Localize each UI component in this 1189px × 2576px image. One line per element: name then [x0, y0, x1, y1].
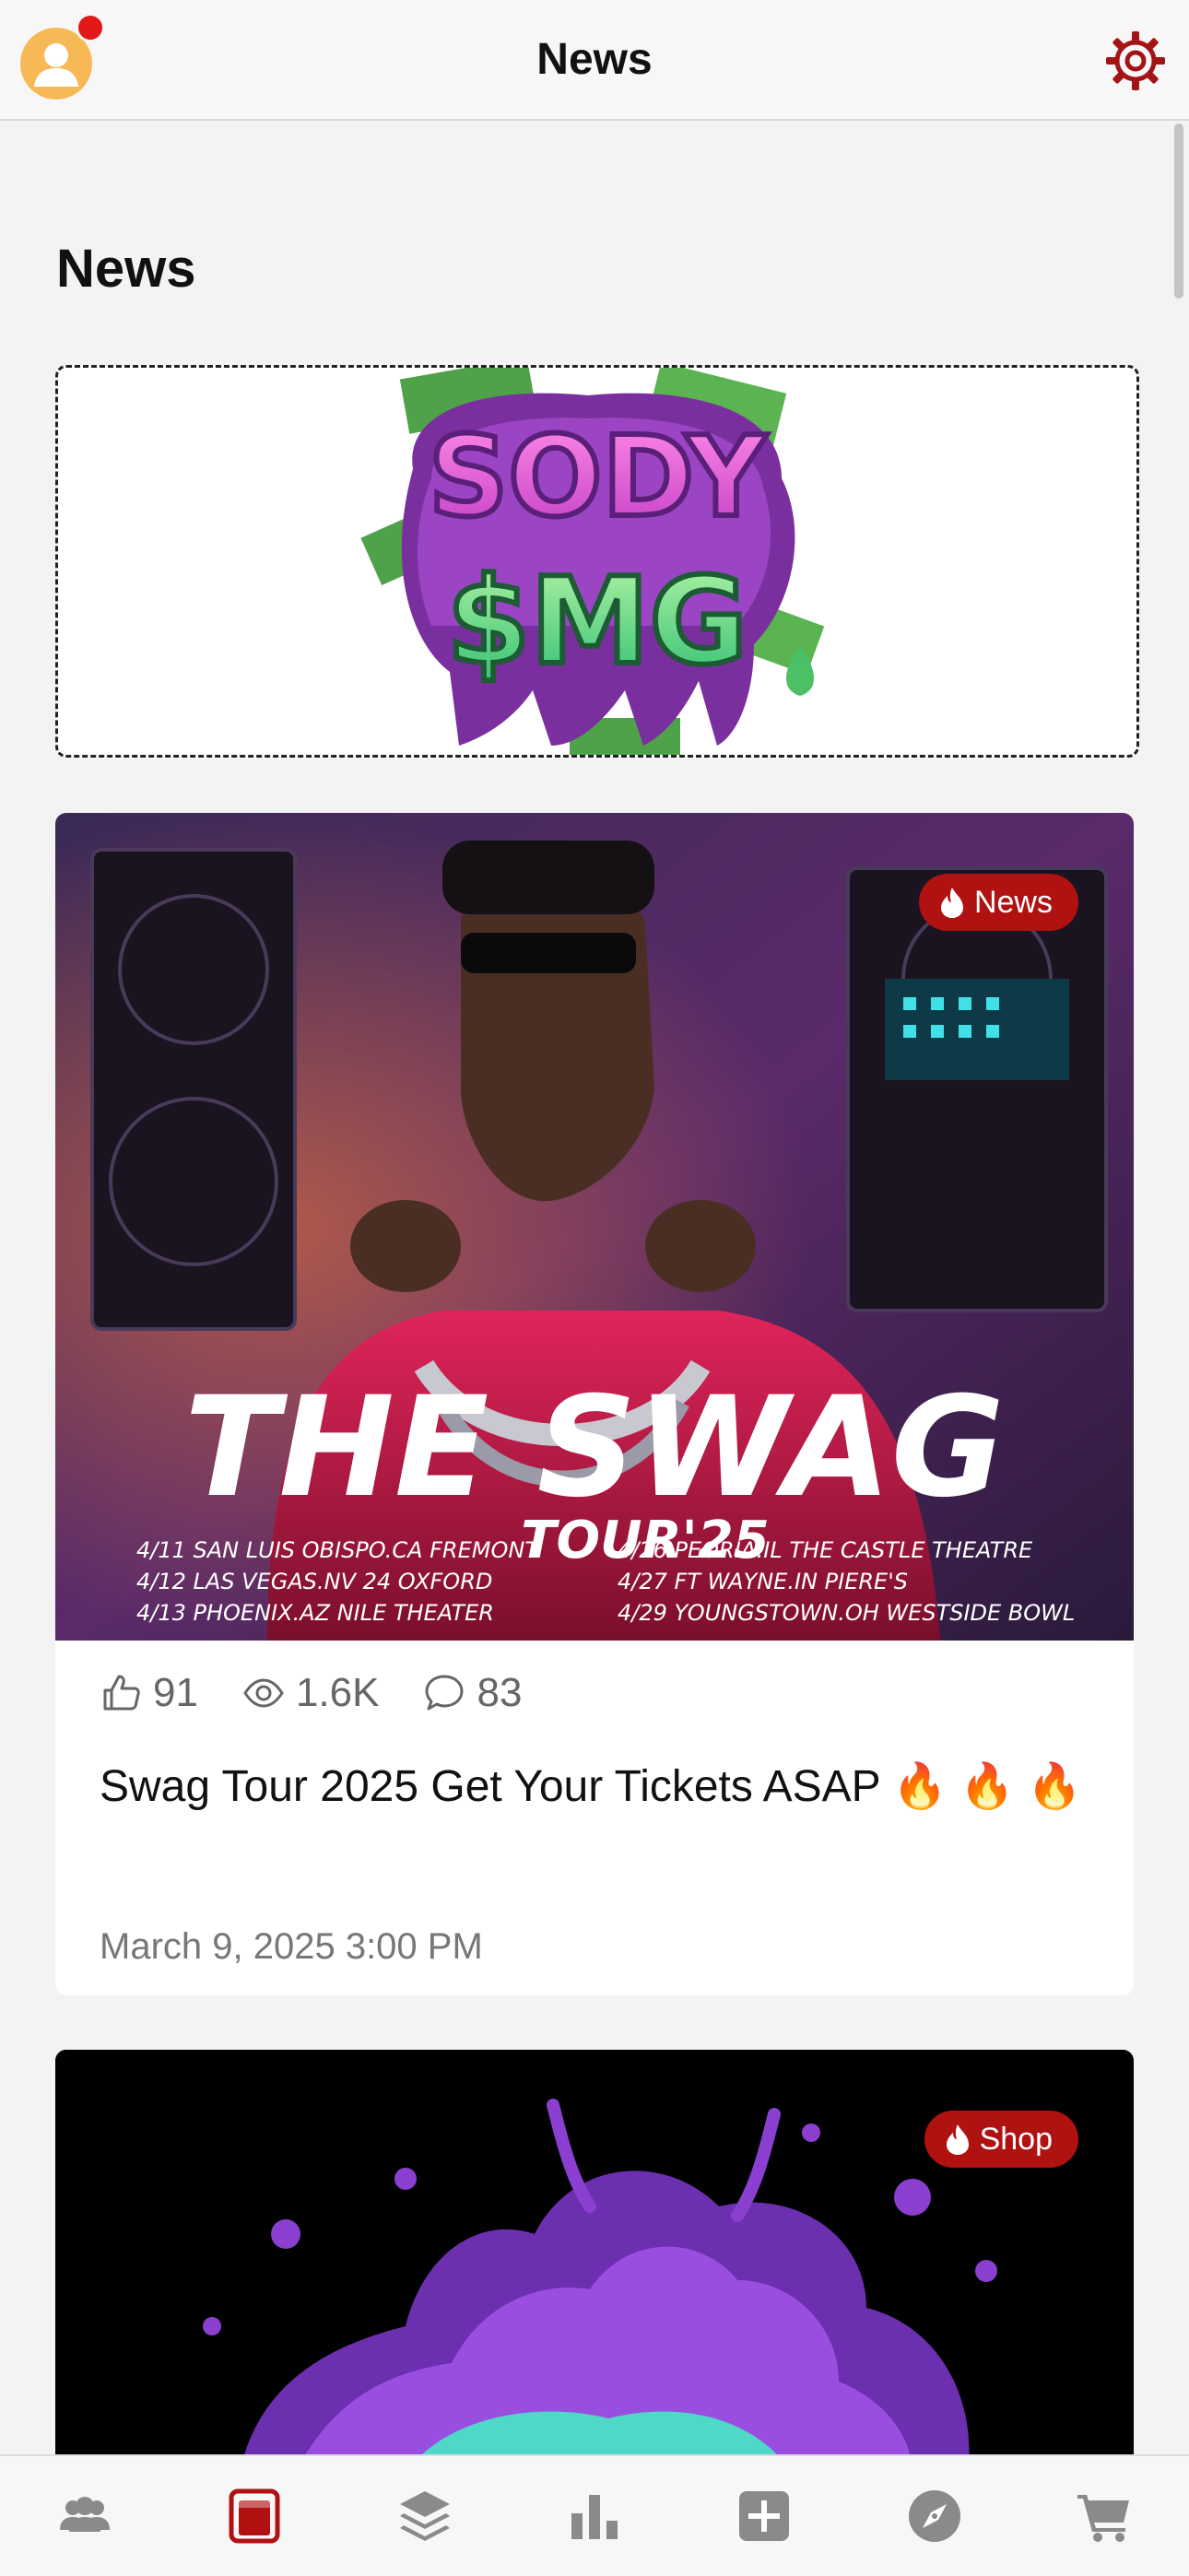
comment-stat[interactable]: 83	[423, 1670, 522, 1716]
top-bar: News	[0, 0, 1189, 121]
tab-shop[interactable]	[1071, 2483, 1137, 2549]
tab-create[interactable]	[731, 2483, 797, 2549]
eye-icon	[243, 1678, 284, 1708]
plus-icon	[739, 2491, 790, 2541]
tour-date: 4/13 PHOENIX.AZ NILE THEATER	[136, 1600, 494, 1626]
tour-date: 4/12 LAS VEGAS.NV 24 OXFORD	[136, 1569, 492, 1594]
news-post-card[interactable]: THE SWAG TOUR'25 4/11 SAN LUIS OBISPO.CA…	[55, 813, 1134, 1995]
comment-count: 83	[477, 1670, 523, 1715]
like-count: 91	[153, 1670, 198, 1715]
logo-text-top: SODY	[429, 414, 768, 542]
like-stat[interactable]: 91	[100, 1670, 198, 1716]
tab-layers[interactable]	[392, 2483, 458, 2549]
post-date: March 9, 2025 3:00 PM	[100, 1926, 483, 1967]
chart-icon	[571, 2495, 618, 2539]
tab-news[interactable]	[221, 2483, 288, 2549]
sponsor-banner[interactable]: SODY $MG	[55, 365, 1139, 758]
tour-date: 4/11 SAN LUIS OBISPO.CA FREMONT	[136, 1537, 540, 1563]
tab-explore[interactable]	[901, 2483, 968, 2549]
bottom-tab-bar	[0, 2454, 1189, 2576]
category-label: News	[973, 884, 1053, 920]
category-badge[interactable]: Shop	[924, 2111, 1078, 2168]
scrollbar[interactable]	[1174, 124, 1183, 299]
tour-date: 4/29 YOUNGSTOWN.OH WESTSIDE BOWL	[618, 1600, 1075, 1626]
gear-icon[interactable]	[1102, 28, 1169, 94]
view-count: 1.6K	[295, 1670, 380, 1715]
post-image[interactable]: THE SWAG TOUR'25 4/11 SAN LUIS OBISPO.CA…	[55, 813, 1134, 1641]
tab-stats[interactable]	[561, 2483, 628, 2549]
flame-icon	[940, 888, 963, 918]
post-stats: 91 1.6K 83	[100, 1670, 566, 1716]
page-title: News	[536, 35, 653, 84]
post-title[interactable]: Swag Tour 2025 Get Your Tickets ASAP 🔥 🔥…	[100, 1755, 1095, 1819]
shop-post-card[interactable]: Shop	[55, 2050, 1134, 2474]
logo-text-bottom: $MG	[447, 551, 748, 691]
flame-icon	[946, 2124, 969, 2155]
users-icon	[60, 2497, 111, 2532]
news-icon	[229, 2488, 280, 2544]
notification-dot	[76, 13, 105, 42]
thumbs-up-icon	[103, 1675, 140, 1711]
tour-date: 4/27 FT WAYNE.IN PIERE'S	[618, 1569, 908, 1594]
view-stat: 1.6K	[242, 1670, 380, 1716]
category-badge[interactable]: News	[918, 874, 1078, 931]
tab-community[interactable]	[52, 2483, 118, 2549]
category-label: Shop	[979, 2121, 1053, 2157]
cart-icon	[1077, 2495, 1129, 2542]
layers-icon	[399, 2491, 450, 2541]
comment-icon	[425, 1675, 464, 1711]
swag-tour-poster: THE SWAG TOUR'25 4/11 SAN LUIS OBISPO.CA…	[55, 813, 1134, 1641]
poster-headline: THE SWAG	[184, 1368, 1005, 1528]
compass-icon	[908, 2490, 960, 2542]
section-title: News	[56, 239, 196, 299]
tour-date: 4/26 PEORIA.IL THE CASTLE THEATRE	[618, 1537, 1033, 1563]
sody-smg-logo: SODY $MG	[360, 368, 825, 755]
